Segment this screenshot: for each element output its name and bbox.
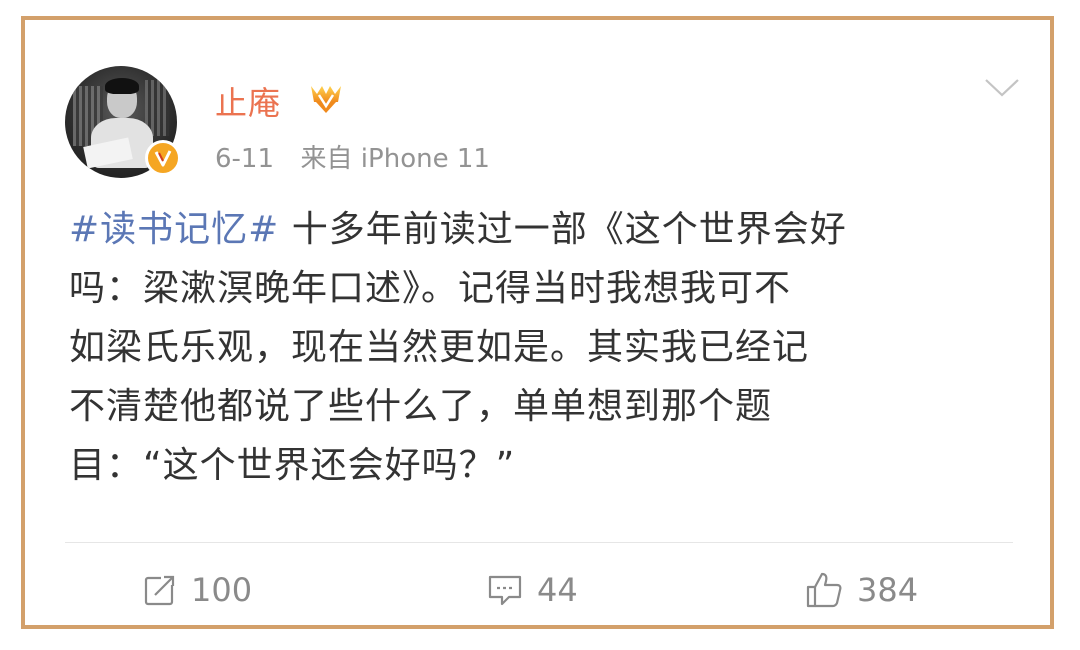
repost-icon <box>143 573 177 607</box>
comment-button[interactable]: 44 <box>487 568 578 612</box>
like-count: 384 <box>857 571 919 609</box>
post-date: 6-11 <box>215 144 275 174</box>
repost-count: 100 <box>191 571 253 609</box>
content-line-3: 如梁氏乐观，现在当然更如是。其实我已经记 <box>69 327 810 368</box>
like-button[interactable]: 384 <box>805 568 918 612</box>
comment-count: 44 <box>537 571 578 609</box>
verified-v-badge-icon <box>145 140 181 176</box>
topic-tag[interactable]: #读书记忆# <box>69 209 279 250</box>
thumbs-up-icon <box>805 571 843 609</box>
post-source[interactable]: 来自 iPhone 11 <box>301 144 490 174</box>
content-line-4: 不清楚他都说了些什么了，单单想到那个题 <box>69 386 773 427</box>
content-line-5: 目：“这个世界还会好吗？” <box>69 445 516 486</box>
vip-member-icon[interactable] <box>308 82 344 118</box>
username[interactable]: 止庵 <box>215 78 281 124</box>
content-line-1: #读书记忆# 十多年前读过一部《这个世界会好 <box>69 209 847 250</box>
post-content: #读书记忆# 十多年前读过一部《这个世界会好 吗：梁漱溟晚年口述》。记得当时我想… <box>69 200 1029 495</box>
content-line-2: 吗：梁漱溟晚年口述》。记得当时我想我可不 <box>69 268 792 309</box>
divider <box>65 542 1013 543</box>
comment-icon <box>487 573 523 607</box>
repost-button[interactable]: 100 <box>143 568 252 612</box>
chevron-down-icon[interactable] <box>983 76 1021 104</box>
post-meta: 6-11 来自 iPhone 11 <box>215 138 490 175</box>
post-card: 止庵 6-11 来自 iPhone 11 #读书记忆# 十多年前读过一部《这个世… <box>21 16 1054 629</box>
